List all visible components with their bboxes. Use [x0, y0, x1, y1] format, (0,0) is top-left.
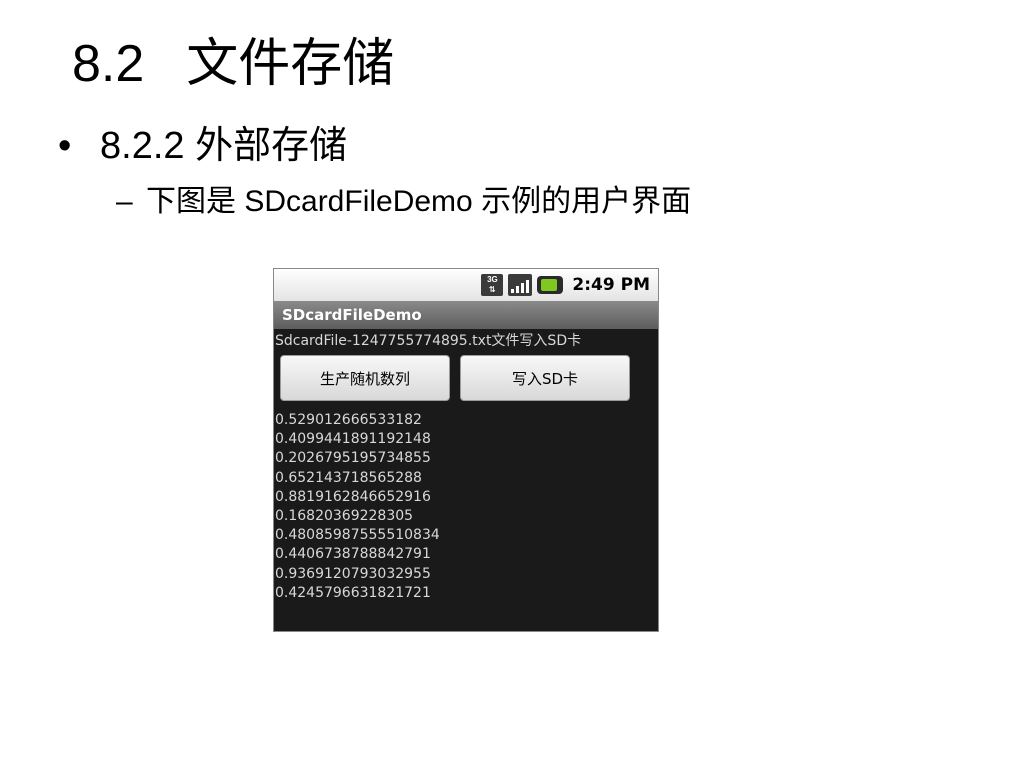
signal-strength-icon: [508, 274, 533, 296]
status-time: 2:49 PM: [572, 275, 650, 295]
list-item: 0.652143718565288: [275, 469, 422, 486]
phone-screenshot: 3G ⇅ 2:49 PM SDcardFileDemo SdcardFile-1…: [273, 268, 659, 632]
battery-icon: [537, 276, 564, 294]
list-item: 0.8819162846652916: [275, 488, 431, 505]
network-3g-icon: 3G ⇅: [481, 274, 504, 296]
list-item: 0.529012666533182: [275, 412, 422, 428]
write-sd-card-button[interactable]: 写入SD卡: [460, 355, 630, 401]
status-bar: 3G ⇅ 2:49 PM: [274, 269, 658, 301]
list-item: 0.9369120793032955: [275, 565, 431, 582]
file-write-message: SdcardFile-1247755774895.txt文件写入SD卡: [275, 333, 582, 349]
list-item: 0.48085987555510834: [275, 527, 440, 544]
bullet-dash: –: [116, 185, 133, 218]
slide-title: 8.2 文件存储: [72, 24, 394, 104]
list-item: 0.4099441891192148: [275, 431, 431, 448]
network-3g-label: 3G: [487, 275, 498, 284]
list-item: 0.16820369228305: [275, 508, 414, 525]
bullet-text: 8.2.2 外部存储: [100, 125, 348, 167]
slide-title-number: 8.2: [72, 35, 145, 93]
list-item: 0.4245796631821721: [275, 584, 431, 601]
list-item: 0.2026795195734855: [275, 450, 431, 467]
data-arrows-icon: ⇅: [489, 285, 496, 294]
bullet-level-2: – 下图是 SDcardFileDemo 示例的用户界面: [116, 180, 691, 224]
button-row: 生产随机数列 写入SD卡: [274, 355, 658, 401]
list-item: 0.4406738788842791: [275, 546, 431, 563]
generate-random-button[interactable]: 生产随机数列: [280, 355, 450, 401]
random-number-list: 0.529012666533182 0.4099441891192148 0.2…: [274, 411, 658, 603]
bullet-sub-text: 下图是 SDcardFileDemo 示例的用户界面: [146, 185, 692, 218]
bullet-level-1: • 8.2.2 外部存储: [58, 118, 347, 174]
app-title-bar: SDcardFileDemo: [274, 301, 658, 329]
slide-title-text: 文件存储: [186, 35, 395, 93]
app-title: SDcardFileDemo: [282, 306, 422, 324]
bullet-dot: •: [58, 125, 72, 167]
